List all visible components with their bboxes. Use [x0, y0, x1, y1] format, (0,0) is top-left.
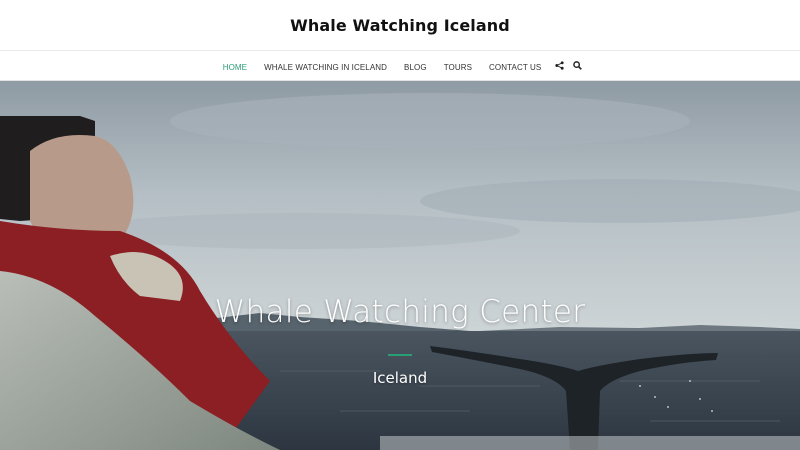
- main-navigation: HOME WHALE WATCHING IN ICELAND BLOG TOUR…: [0, 50, 800, 81]
- nav-item-whale-watching-in-iceland[interactable]: WHALE WATCHING IN ICELAND: [256, 63, 396, 72]
- nav-item-contact-us[interactable]: CONTACT US: [481, 63, 550, 72]
- hero-divider: [388, 354, 412, 356]
- site-title-link[interactable]: Whale Watching Iceland: [290, 16, 510, 35]
- nav-item-tours[interactable]: TOURS: [435, 63, 480, 72]
- hero-banner: Whale Watching Center Iceland: [0, 81, 800, 450]
- nav-item-blog[interactable]: BLOG: [396, 63, 436, 72]
- whale-tail-photo: [0, 81, 800, 450]
- share-icon[interactable]: [552, 57, 568, 73]
- hero-title: Whale Watching Center: [214, 294, 586, 330]
- nav-item-home[interactable]: HOME: [214, 63, 255, 72]
- hero-subtitle: Iceland: [372, 369, 428, 387]
- site-header: Whale Watching Iceland: [0, 0, 800, 50]
- nav-menu: HOME WHALE WATCHING IN ICELAND BLOG TOUR…: [214, 57, 586, 75]
- search-icon[interactable]: [570, 57, 586, 73]
